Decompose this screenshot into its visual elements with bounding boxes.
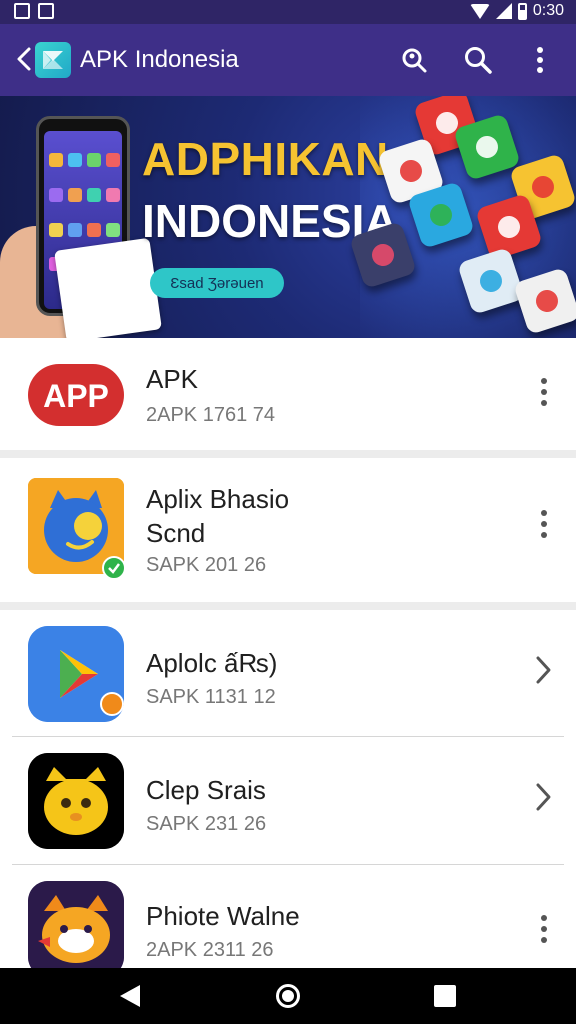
banner-cta-button[interactable]: Ɛsad Ʒərəuen [150,268,284,298]
app-meta: 2APK 2311 26 [146,939,274,961]
app-meta: SAPK 231 26 [146,813,267,835]
nav-home-icon[interactable] [276,984,300,1008]
app-name: Clep Srais [146,775,266,805]
chevron-right-icon[interactable] [532,781,554,813]
update-badge-icon [100,692,124,716]
app-meta: SAPK 201 26 [146,554,267,576]
list-item[interactable]: Phiote Walne 2APK 2311 26 [0,865,576,968]
list-item[interactable]: Aplix Bhasio Scnd SAPK 201 26 [0,458,576,602]
back-arrow-icon[interactable] [16,46,32,72]
more-options-button[interactable] [534,506,554,542]
signal-icon [495,3,512,19]
app-logo-icon [35,42,71,78]
list-item[interactable]: Aplolc ấ₨) SAPK 1131 12 [0,610,576,736]
app-screen: 0:30 APK Indonesia ADPHIKAN INDONESIA Ɛs… [0,0,576,1024]
status-time: 0:30 [532,2,564,19]
app-red-icon: APP [28,346,124,442]
nav-recents-icon[interactable] [434,985,456,1007]
app-meta: SAPK 1131 12 [146,686,276,708]
app-bar: APK Indonesia [0,24,576,96]
app-name: Aplolc ấ₨) [146,648,278,678]
app-name: Phiote Walne [146,901,300,931]
more-options-button[interactable] [534,911,554,947]
account-search-button[interactable] [396,42,432,78]
banner-title: ADPHIKAN [142,133,389,185]
status-bar: 0:30 [0,0,576,24]
system-navigation-bar [0,968,576,1024]
search-icon [465,47,492,74]
fox-mascot-icon [28,881,124,968]
nav-back-icon[interactable] [120,985,140,1007]
search-button[interactable] [460,42,496,78]
notification-image-icon [14,3,30,19]
notification-file-icon [38,3,54,19]
verified-badge-icon [102,556,126,580]
promo-banner[interactable]: ADPHIKAN INDONESIA Ɛsad Ʒərəuen [0,96,576,338]
app-title: APK Indonesia [80,46,239,73]
more-options-button[interactable] [534,374,554,410]
list-item[interactable]: Clep Srais SAPK 231 26 [0,737,576,863]
battery-icon [517,2,527,20]
app-name: Aplix Bhasio Scnd [146,484,290,548]
chevron-right-icon[interactable] [532,654,554,686]
app-icon-label: APP [43,378,109,414]
wifi-icon [469,3,490,19]
yellow-cat-icon [28,753,124,849]
list-item[interactable]: APP APK 2APK 1761 74 [0,338,576,450]
more-vert-icon [537,47,543,73]
overflow-menu-button[interactable] [522,42,558,78]
app-name: APK [146,364,199,394]
app-meta: 2APK 1761 74 [146,404,275,426]
app-card-illustration [54,237,162,338]
account-search-icon [402,48,427,73]
